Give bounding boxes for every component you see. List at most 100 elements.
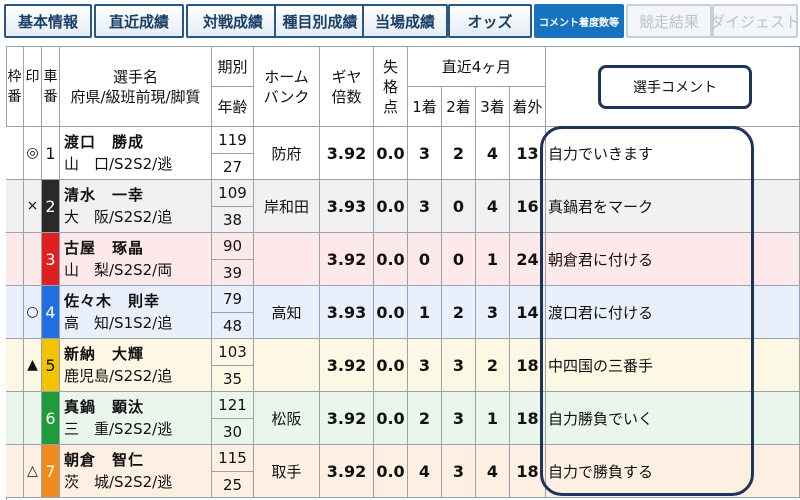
header-char: 番: [7, 88, 22, 105]
first-place-count: 3: [408, 180, 442, 233]
rider-term: 103: [212, 339, 254, 366]
dq-points: 0.0: [374, 392, 408, 445]
second-place-count: 0: [442, 180, 476, 233]
other-place-count: 18: [510, 445, 546, 498]
other-place-count: 24: [510, 233, 546, 286]
header-name: 選手名 府県/級班前現/脚質: [60, 47, 212, 127]
home-bank: [254, 339, 320, 392]
rider-age: 27: [212, 154, 254, 180]
first-place-count: 3: [408, 127, 442, 180]
first-place-count: 3: [408, 339, 442, 392]
rider-region-class: 高 知/S1S2/追: [64, 314, 173, 332]
waku-cell: [6, 180, 24, 233]
third-place-count: 1: [476, 392, 510, 445]
other-place-count: 18: [510, 392, 546, 445]
rider-comment: 自力で勝負する: [546, 445, 800, 498]
rider-comment: 中四国の三番手: [546, 339, 800, 392]
rider-name[interactable]: 古屋 琢晶: [64, 237, 144, 259]
car-number: 5: [42, 339, 60, 392]
home-bank: 岸和田: [254, 180, 320, 233]
rider-name-cell[interactable]: 朝倉 智仁茨 城/S2S2/逃: [60, 445, 212, 498]
dq-points: 0.0: [374, 127, 408, 180]
header-char: 失: [382, 57, 398, 76]
rider-term: 109: [212, 180, 254, 207]
car-number: 1: [42, 127, 60, 180]
header-name-label: 選手名: [112, 67, 158, 86]
rider-term: 121: [212, 392, 254, 419]
rider-name[interactable]: 新納 大輝: [64, 343, 144, 365]
other-place-count: 18: [510, 339, 546, 392]
rider-age: 35: [212, 366, 254, 392]
prediction-mark: [24, 233, 42, 286]
rider-region-class: 大 阪/S2S2/追: [64, 208, 173, 226]
rider-comment-header-button[interactable]: 選手コメント: [598, 65, 752, 109]
home-bank: 高知: [254, 286, 320, 339]
third-place-count: 4: [476, 127, 510, 180]
header-mark: 印: [24, 47, 42, 127]
rider-region-class: 鹿児島/S2S2/追: [64, 367, 173, 385]
rider-name[interactable]: 佐々木 則幸: [64, 290, 160, 312]
prediction-mark: ▲: [24, 339, 42, 392]
third-place-count: 1: [476, 233, 510, 286]
first-place-count: 0: [408, 233, 442, 286]
second-place-count: 0: [442, 233, 476, 286]
rider-name[interactable]: 朝倉 智仁: [64, 449, 144, 471]
third-place-count: 2: [476, 339, 510, 392]
rider-name-cell[interactable]: 渡口 勝成山 口/S2S2/逃: [60, 127, 212, 180]
car-number: 2: [42, 180, 60, 233]
second-place-count: 2: [442, 127, 476, 180]
rider-name[interactable]: 清水 一幸: [64, 184, 144, 206]
header-char: 枠: [7, 68, 22, 85]
car-number: 3: [42, 233, 60, 286]
rider-region-class: 山 梨/S2S2/両: [64, 261, 173, 279]
rider-name[interactable]: 渡口 勝成: [64, 131, 144, 153]
header-text-line: バンク: [263, 87, 310, 106]
gear-ratio: 3.92: [320, 392, 374, 445]
prediction-mark: ◎: [24, 127, 42, 180]
first-place-count: 1: [408, 286, 442, 339]
home-bank: [254, 233, 320, 286]
rider-age: 25: [212, 472, 254, 498]
third-place-count: 3: [476, 286, 510, 339]
rider-age: 48: [212, 313, 254, 339]
header-home: ホーム バンク: [254, 47, 320, 127]
rider-name-cell[interactable]: 佐々木 則幸高 知/S1S2/追: [60, 286, 212, 339]
header-char: 格: [382, 77, 398, 96]
rider-comment: 自力勝負でいく: [546, 392, 800, 445]
other-place-count: 14: [510, 286, 546, 339]
rider-name-cell[interactable]: 古屋 琢晶山 梨/S2S2/両: [60, 233, 212, 286]
rider-age: 30: [212, 419, 254, 445]
prediction-mark: ×: [24, 180, 42, 233]
rider-name-cell[interactable]: 真鍋 顕汰三 重/S2S2/逃: [60, 392, 212, 445]
header-text-line: ホーム: [264, 67, 309, 86]
header-char: 番: [43, 88, 58, 105]
header-gear: ギヤ 倍数: [320, 47, 374, 127]
rider-name-cell[interactable]: 新納 大輝鹿児島/S2S2/追: [60, 339, 212, 392]
prediction-mark: [24, 392, 42, 445]
rider-name[interactable]: 真鍋 顕汰: [64, 396, 144, 418]
waku-cell: [6, 339, 24, 392]
header-second: 2着: [442, 87, 476, 127]
car-number: 6: [42, 392, 60, 445]
rider-term: 119: [212, 127, 254, 154]
header-text-line: 倍数: [331, 87, 362, 106]
dq-points: 0.0: [374, 233, 408, 286]
header-term: 期別: [212, 47, 254, 87]
second-place-count: 2: [442, 286, 476, 339]
dq-points: 0.0: [374, 445, 408, 498]
header-char: 車: [43, 68, 58, 85]
second-place-count: 3: [442, 445, 476, 498]
header-dq: 失格点: [374, 47, 408, 127]
rider-term: 90: [212, 233, 254, 260]
rider-term: 79: [212, 286, 254, 313]
rider-age: 38: [212, 207, 254, 233]
prediction-mark: △: [24, 445, 42, 498]
home-bank: 防府: [254, 127, 320, 180]
other-place-count: 13: [510, 127, 546, 180]
rider-name-cell[interactable]: 清水 一幸大 阪/S2S2/追: [60, 180, 212, 233]
rider-region-class: 三 重/S2S2/逃: [64, 420, 173, 438]
header-other: 着外: [510, 87, 546, 127]
car-number: 7: [42, 445, 60, 498]
home-bank: 取手: [254, 445, 320, 498]
dq-points: 0.0: [374, 286, 408, 339]
